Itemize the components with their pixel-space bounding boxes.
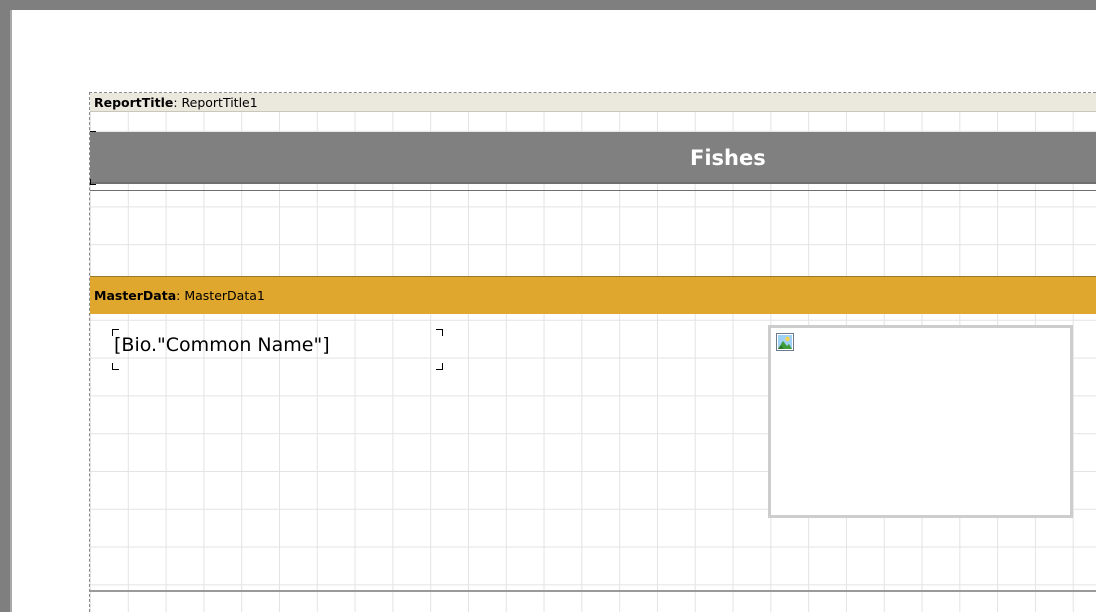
field-bracket-bottom-left — [112, 363, 119, 370]
workspace-frame-top — [0, 0, 1096, 10]
picture-box[interactable] — [768, 325, 1073, 518]
band-bottom-line — [90, 590, 1096, 592]
selection-bracket-bottom-left — [90, 179, 96, 185]
workspace-frame-left — [0, 0, 10, 612]
image-icon — [776, 333, 794, 351]
band-name: MasterData1 — [184, 288, 265, 303]
report-title-text: Fishes — [690, 146, 766, 170]
report-page[interactable]: ReportTitle: ReportTitle1 Fishes MasterD… — [89, 92, 1096, 612]
report-title-band-header[interactable]: ReportTitle: ReportTitle1 — [90, 93, 1096, 112]
field-bracket-top-right — [436, 329, 443, 336]
band-name: ReportTitle1 — [181, 95, 258, 110]
report-title-underline — [90, 190, 1096, 191]
master-data-band-header[interactable]: MasterData: MasterData1 — [90, 276, 1096, 314]
workspace-frame-edge — [10, 10, 12, 612]
band-type-label: ReportTitle — [94, 95, 174, 110]
band-separator: : — [173, 95, 182, 110]
common-name-field[interactable]: [Bio."Common Name"] — [114, 334, 330, 356]
report-title-textbox[interactable]: Fishes — [90, 132, 1096, 184]
field-bracket-bottom-right — [436, 363, 443, 370]
band-type-label: MasterData — [94, 288, 177, 303]
